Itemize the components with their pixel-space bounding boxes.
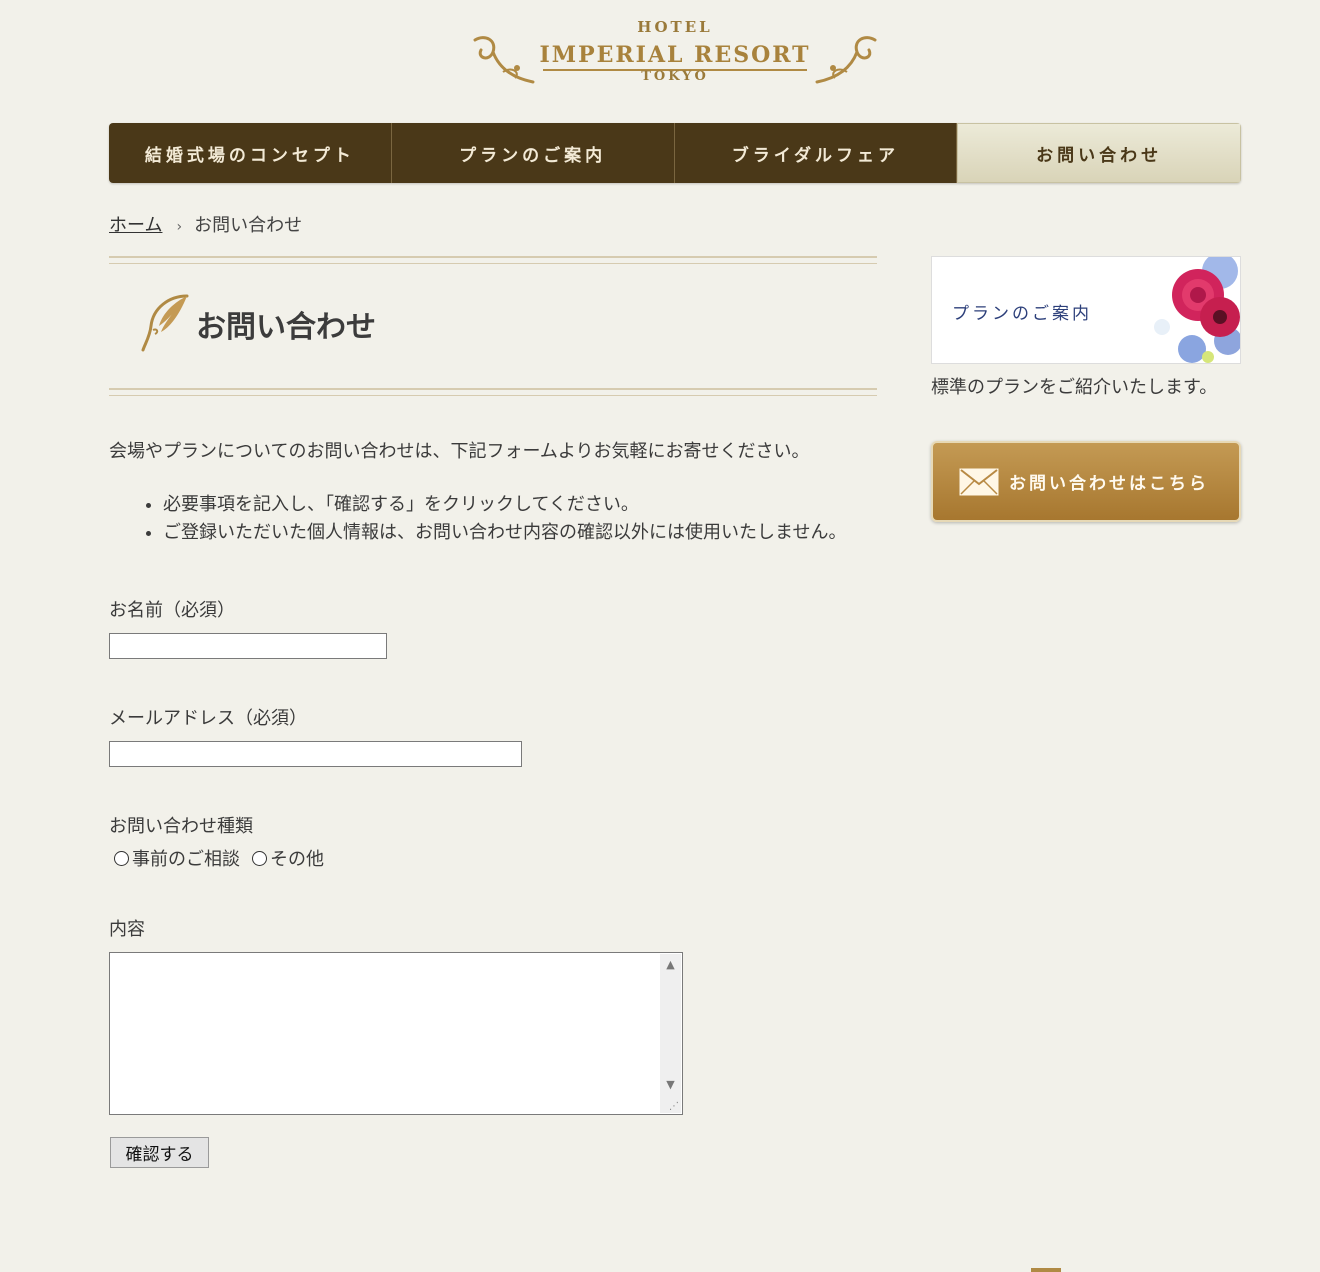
contact-cta-button[interactable]: お問い合わせはこちら [931,441,1241,522]
textarea-scrollbar[interactable]: ▲ ▼ [660,954,681,1113]
nav-item-bridal-fair[interactable]: ブライダルフェア [674,123,958,183]
title-rule-top [109,256,877,264]
radio-button[interactable] [252,850,267,866]
nav-item-concept[interactable]: 結婚式場のコンセプト [109,123,392,183]
notes-list: 必要事項を記入し、「確認する」をクリックしてください。 ご登録いただいた個人情報… [143,491,863,547]
radio-button[interactable] [114,850,129,866]
plan-caption: 標準のプランをご紹介いたします。 [931,377,1218,398]
breadcrumb-home-link[interactable]: ホーム [109,215,162,236]
radio-label: 事前のご相談 [132,849,240,870]
mail-icon [959,468,999,495]
inquiry-type-label: お問い合わせ種類 [109,816,253,837]
quill-feather-icon [141,294,189,352]
note-item: 必要事項を記入し、「確認する」をクリックしてください。 [163,491,863,519]
flower-bouquet-icon [1154,257,1240,363]
content-label: 内容 [109,919,145,940]
plan-banner[interactable]: プランのご案内 [931,256,1241,364]
email-input[interactable] [109,741,522,767]
breadcrumb-current: お問い合わせ [194,215,303,236]
scroll-up-icon[interactable]: ▲ [660,958,681,971]
main-nav: 結婚式場のコンセプト プランのご案内 ブライダルフェア お問い合わせ [109,123,1241,183]
inquiry-type-radio-group: 事前のご相談 その他 [114,845,336,871]
radio-label: その他 [270,849,324,870]
name-label: お名前（必須） [109,600,235,621]
breadcrumb-separator: › [176,219,183,235]
page-title: お問い合わせ [196,310,376,345]
nav-item-plans[interactable]: プランのご案内 [391,123,675,183]
title-rule-bottom [109,388,877,396]
radio-option-other[interactable]: その他 [252,845,324,871]
confirm-button[interactable]: 確認する [110,1137,209,1168]
breadcrumb: ホーム › お問い合わせ [109,211,302,237]
resize-grip-icon[interactable]: ⋰ [669,1101,679,1112]
footer-ornament [1031,1268,1061,1272]
radio-option-consultation[interactable]: 事前のご相談 [114,845,240,871]
content-textarea[interactable]: ▲ ▼ ⋰ [109,952,683,1115]
name-input[interactable] [109,633,387,659]
nav-item-contact[interactable]: お問い合わせ [957,123,1241,183]
flourish-right-icon [815,36,877,84]
intro-text: 会場やプランについてのお問い合わせは、下記フォームよりお気軽にお寄せください。 [109,441,810,462]
email-label: メールアドレス（必須） [109,708,307,729]
scroll-down-icon[interactable]: ▼ [660,1078,681,1091]
page-title-block: お問い合わせ [109,256,877,396]
note-item: ご登録いただいた個人情報は、お問い合わせ内容の確認以外には使用いたしません。 [163,519,863,547]
contact-cta-label: お問い合わせはこちら [1009,474,1209,494]
hotel-logo[interactable]: HOTEL IMPERIAL RESORT TOKYO [465,14,885,94]
plan-banner-text: プランのご案内 [952,304,1092,324]
